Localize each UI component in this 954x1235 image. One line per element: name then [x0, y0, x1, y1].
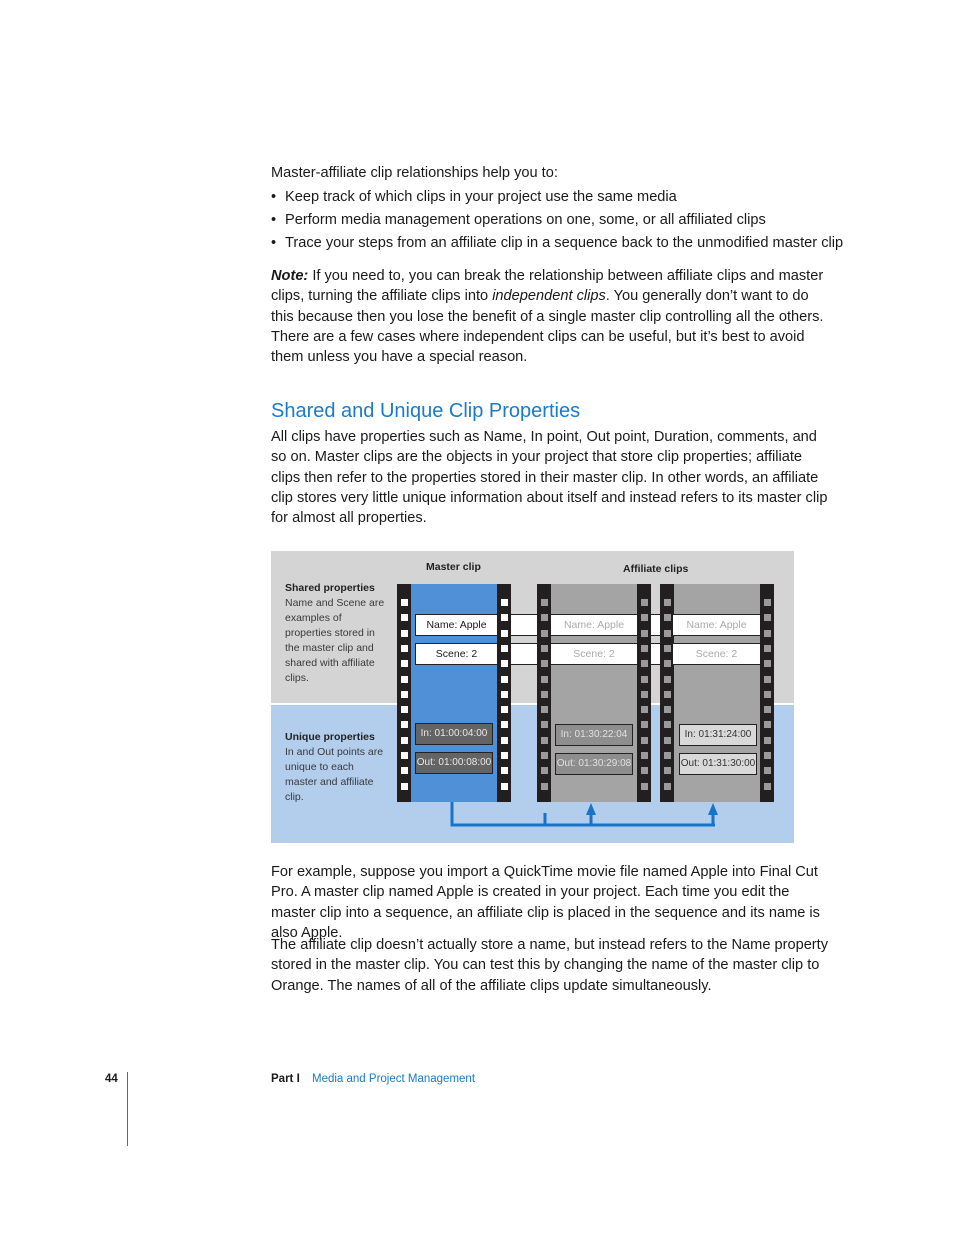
reference-connector-line: [451, 813, 715, 827]
clip-properties-figure: Master clip Affiliate clips Shared prope…: [271, 551, 794, 843]
intro-text: Master-affiliate clip relationships help…: [271, 165, 558, 181]
bullet-glyph: •: [271, 212, 277, 228]
footer-rule: [127, 1072, 128, 1146]
page-number: 44: [105, 1073, 118, 1085]
emphasis-term: independent clips: [492, 288, 606, 305]
example-paragraph: For example, suppose you import a QuickT…: [271, 864, 820, 941]
bullet-glyph: •: [271, 235, 277, 251]
section-heading: Shared and Unique Clip Properties: [271, 400, 581, 422]
footer-chapter-link[interactable]: Media and Project Management: [312, 1073, 475, 1085]
footer-part: Part I: [271, 1073, 300, 1085]
note-paragraph: Note: If you need to, you can break the …: [271, 268, 824, 366]
reference-connector-line: [450, 802, 715, 827]
reference-arrows: [450, 802, 718, 827]
name-property-paragraph: The affiliate clip doesn’t actually stor…: [271, 937, 829, 994]
section-paragraph: All clips have properties such as Name, …: [271, 429, 828, 527]
bullet-glyph: •: [271, 189, 277, 205]
arrow-up-icon: [708, 803, 718, 815]
note-label: Note:: [271, 268, 309, 284]
